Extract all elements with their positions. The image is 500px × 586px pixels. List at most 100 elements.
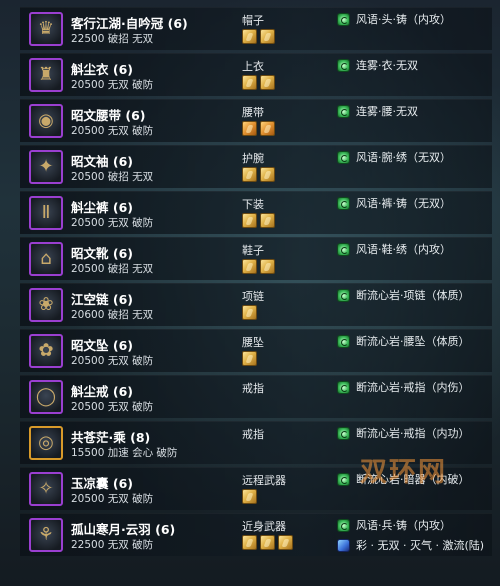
equipment-row[interactable]: ✦ 昭文袖 (6) 20500 破招 无双 护腕 风语·腕·绣（无双）	[20, 145, 492, 188]
gem-sockets	[242, 29, 275, 44]
enhance-text: 连雾·衣·无双	[356, 59, 418, 72]
enhance-text: 风语·裤·铸（无双）	[356, 197, 451, 210]
enhancement: 风语·裤·铸（无双）	[337, 195, 451, 211]
enhancement: 风语·鞋·绣（内攻）	[337, 241, 451, 257]
enhance-text: 风语·兵·铸（内攻）	[356, 519, 451, 532]
equipment-row[interactable]: ⚘ 孤山寒月·云羽 (6) 22500 无双 破防 近身武器 风语·兵·铸（内攻） 彩 ·…	[20, 513, 492, 556]
enhance-icon[interactable]	[337, 380, 350, 394]
gem-stone-icon[interactable]	[260, 75, 275, 90]
equipment-row[interactable]: ◯ 斛尘戒 (6) 20500 无双 破防 戒指 断流心岩·戒指（内伤）	[20, 375, 492, 418]
enhance-icon[interactable]	[337, 58, 350, 72]
enhance-icon[interactable]	[337, 334, 350, 348]
bracer-icon[interactable]: ✦	[29, 150, 63, 184]
item-name: 昭文坠 (6)	[71, 338, 133, 353]
gem-stone-icon[interactable]	[242, 167, 257, 182]
gem-stone-icon[interactable]	[242, 535, 257, 550]
item-stats: 15500 加速 会心 破防	[71, 447, 178, 459]
ring-gold-icon[interactable]: ◎	[29, 426, 63, 460]
enhancement: 风语·头·铸（内攻）	[337, 11, 451, 27]
gem-stone-icon[interactable]	[260, 167, 275, 182]
gem-stone-icon[interactable]	[242, 213, 257, 228]
equipment-row[interactable]: ❀ 江空链 (6) 20600 破招 无双 项链 断流心岩·项链（体质）	[20, 283, 492, 326]
pouch-icon[interactable]: ✧	[29, 472, 63, 506]
colorful-gem-icon[interactable]	[337, 538, 350, 552]
gem-sockets	[242, 259, 275, 274]
item-name: 孤山寒月·云羽 (6)	[71, 522, 176, 537]
colorful-gem: 彩 · 无双 · 灭气 · 激流(陆)	[337, 537, 484, 553]
enhancement: 风语·腕·绣（无双）	[337, 149, 451, 165]
gem-sockets	[242, 535, 293, 550]
site-watermark: 双环网	[360, 457, 447, 488]
robe-icon[interactable]: ♜	[29, 58, 63, 92]
colorful-gem-text: 彩 · 无双 · 灭气 · 激流(陆)	[356, 539, 485, 552]
equipment-row[interactable]: ♜ 斛尘衣 (6) 20500 无双 破防 上衣 连雾·衣·无双	[20, 53, 492, 96]
equipment-row[interactable]: ♛ 客行江湖·自吟冠 (6) 22500 破招 无双 帽子 风语·头·铸（内攻）	[20, 7, 492, 50]
gem-stone-icon[interactable]	[242, 75, 257, 90]
gem-stone-icon[interactable]	[242, 489, 257, 504]
equipment-row[interactable]: Ⅱ 斛尘裤 (6) 20500 无双 破防 下装 风语·裤·铸（无双）	[20, 191, 492, 234]
item-slot: 远程武器	[242, 474, 286, 487]
equipment-row[interactable]: ✿ 昭文坠 (6) 20500 无双 破防 腰坠 断流心岩·腰坠（体质）	[20, 329, 492, 372]
item-slot: 戒指	[242, 382, 264, 395]
enhancement: 连雾·衣·无双	[337, 57, 418, 73]
enhance-icon[interactable]	[337, 518, 350, 532]
item-stats: 22500 无双 破防	[71, 539, 154, 551]
gem-stone-icon[interactable]	[260, 259, 275, 274]
enhance-icon[interactable]	[337, 104, 350, 118]
item-stats: 20500 破招 无双	[71, 171, 154, 183]
item-stats: 20500 无双 破防	[71, 79, 154, 91]
fan-weapon-icon[interactable]: ⚘	[29, 518, 63, 552]
item-name: 共苍茫·乘 (8)	[71, 430, 151, 445]
enhance-icon[interactable]	[337, 472, 350, 486]
gem-stone-icon[interactable]	[242, 305, 257, 320]
enhance-text: 断流心岩·戒指（内功）	[356, 427, 470, 440]
enhance-text: 断流心岩·腰坠（体质）	[356, 335, 470, 348]
gem-stone-icon[interactable]	[260, 29, 275, 44]
gem-stone-icon[interactable]	[242, 29, 257, 44]
enhancement: 连雾·腰·无双	[337, 103, 418, 119]
item-slot: 下装	[242, 198, 264, 211]
gem-stone-icon[interactable]	[260, 535, 275, 550]
belt-icon[interactable]: ◉	[29, 104, 63, 138]
item-name: 江空链 (6)	[71, 292, 133, 307]
item-name: 斛尘裤 (6)	[71, 200, 133, 215]
enhance-text: 风语·鞋·绣（内攻）	[356, 243, 451, 256]
item-stats: 20500 无双 破防	[71, 401, 154, 413]
gem-sockets	[242, 213, 275, 228]
item-slot: 帽子	[242, 14, 264, 27]
gem-stone-icon[interactable]	[242, 351, 257, 366]
equipment-row[interactable]: ⌂ 昭文靴 (6) 20500 破招 无双 鞋子 风语·鞋·绣（内攻）	[20, 237, 492, 280]
gem-stone-icon[interactable]	[260, 121, 275, 136]
gem-sockets	[242, 489, 257, 504]
item-name: 斛尘衣 (6)	[71, 62, 133, 77]
item-stats: 20500 无双 破防	[71, 125, 154, 137]
equipment-row[interactable]: ◉ 昭文腰带 (6) 20500 无双 破防 腰带 连雾·腰·无双	[20, 99, 492, 142]
gem-stone-icon[interactable]	[242, 259, 257, 274]
ring-icon[interactable]: ◯	[29, 380, 63, 414]
enhance-icon[interactable]	[337, 150, 350, 164]
item-name: 昭文靴 (6)	[71, 246, 133, 261]
item-stats: 20500 无双 破防	[71, 217, 154, 229]
necklace-icon[interactable]: ❀	[29, 288, 63, 322]
gem-sockets	[242, 121, 275, 136]
enhancement: 断流心岩·戒指（内伤）	[337, 379, 470, 395]
enhance-icon[interactable]	[337, 288, 350, 302]
gem-sockets	[242, 305, 257, 320]
enhance-icon[interactable]	[337, 196, 350, 210]
gem-stone-icon[interactable]	[278, 535, 293, 550]
boots-icon[interactable]: ⌂	[29, 242, 63, 276]
hat-icon[interactable]: ♛	[29, 12, 63, 46]
enhance-icon[interactable]	[337, 242, 350, 256]
gem-sockets	[242, 167, 275, 182]
pants-icon[interactable]: Ⅱ	[29, 196, 63, 230]
enhance-icon[interactable]	[337, 12, 350, 26]
item-name: 斛尘戒 (6)	[71, 384, 133, 399]
enhancement: 风语·兵·铸（内攻）	[337, 517, 451, 533]
gem-sockets	[242, 351, 257, 366]
item-name: 昭文袖 (6)	[71, 154, 133, 169]
gem-stone-icon[interactable]	[242, 121, 257, 136]
enhance-icon[interactable]	[337, 426, 350, 440]
pendant-icon[interactable]: ✿	[29, 334, 63, 368]
gem-stone-icon[interactable]	[260, 213, 275, 228]
item-slot: 近身武器	[242, 520, 286, 533]
